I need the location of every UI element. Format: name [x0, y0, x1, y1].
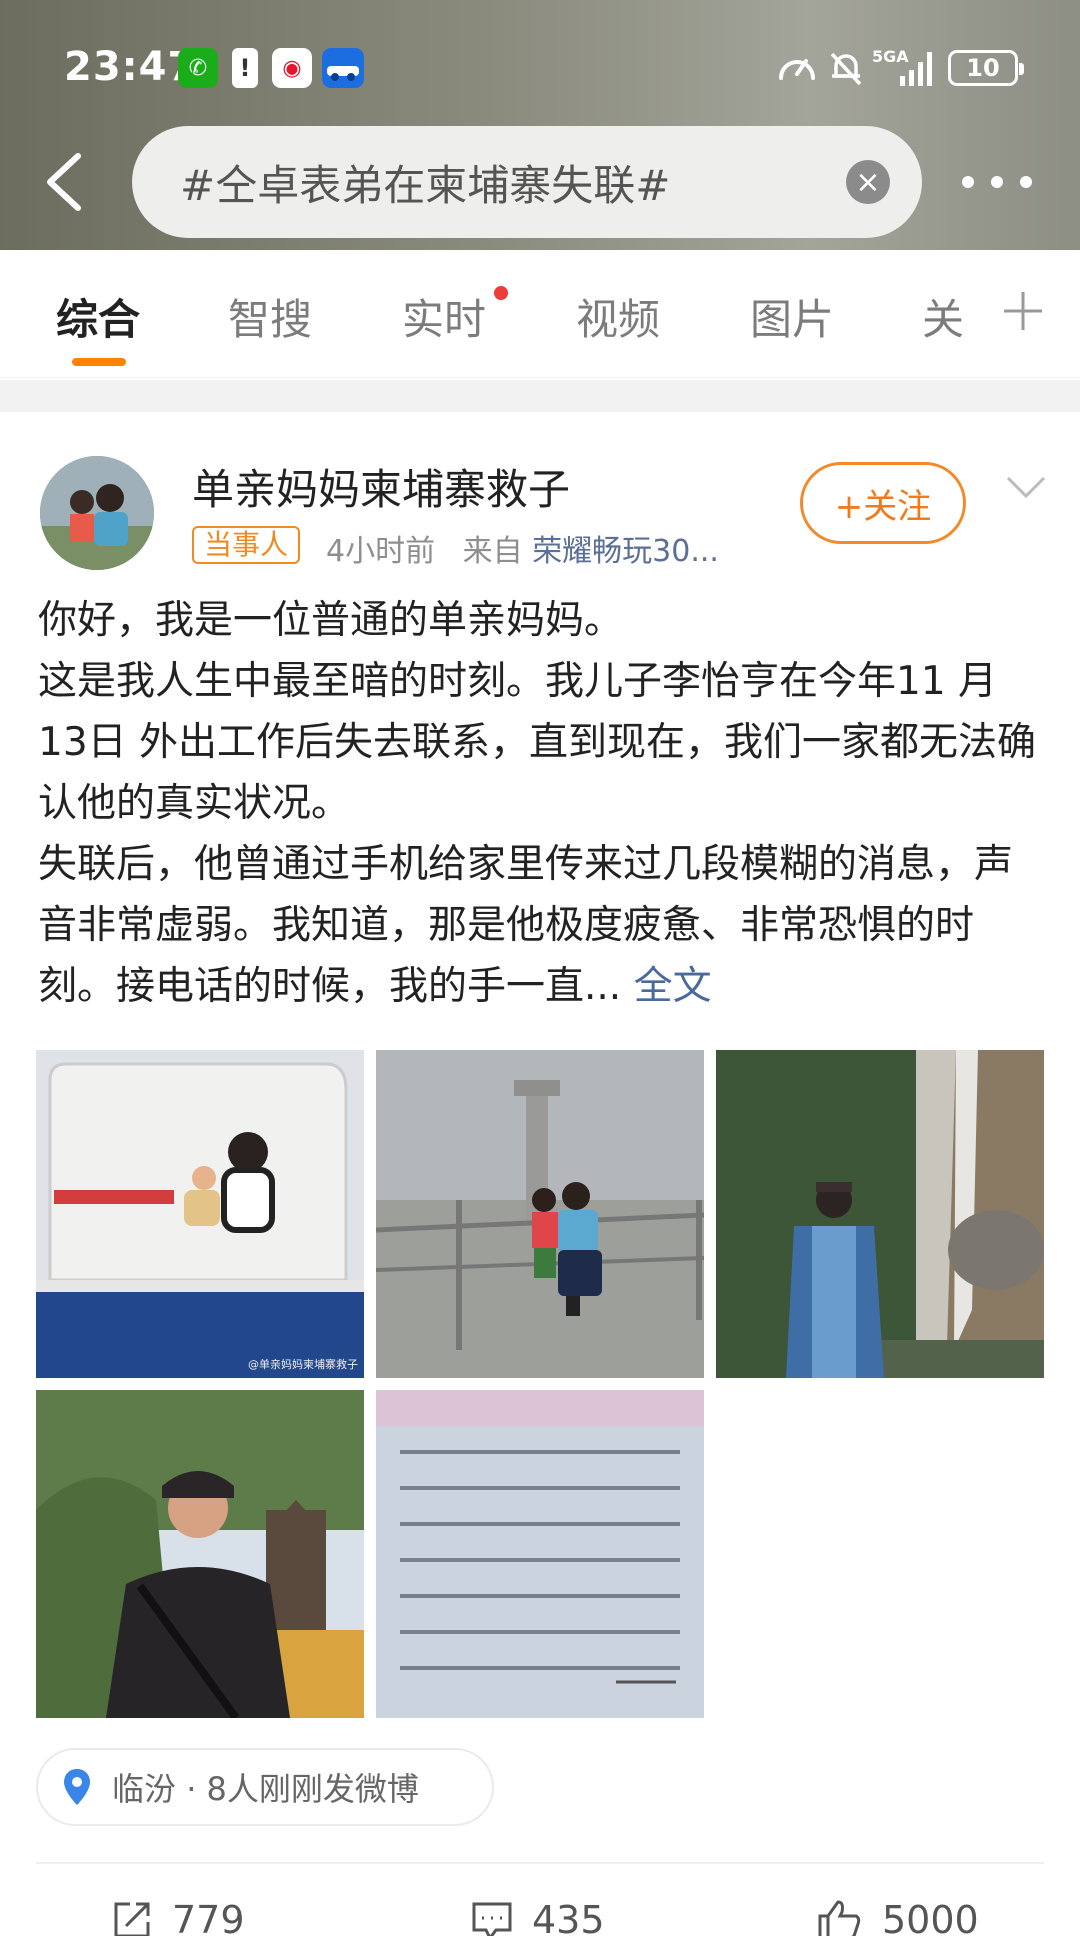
full-text-link[interactable]: 全文: [634, 964, 712, 1009]
follow-button[interactable]: +关注: [800, 462, 966, 544]
post-paragraph: 你好，我是一位普通的单亲妈妈。: [38, 598, 624, 643]
like-count: 5000: [882, 1898, 979, 1936]
post-author[interactable]: 单亲妈妈柬埔寨救子: [192, 456, 570, 517]
status-bar: 23:47 ✆ ! ◉ 5GA 10: [0, 0, 1080, 130]
avatar[interactable]: [40, 456, 154, 570]
back-arrow-icon[interactable]: [40, 150, 90, 214]
autohome-icon: [322, 48, 364, 88]
post-image-4[interactable]: [36, 1390, 364, 1718]
section-divider: [0, 380, 1080, 412]
post-image-1[interactable]: @单亲妈妈柬埔寨救子: [36, 1050, 364, 1378]
comment-count: 435: [532, 1898, 605, 1936]
post-meta: 4小时前 来自 荣耀畅玩30...: [326, 526, 719, 570]
active-tab-indicator: [72, 358, 126, 366]
post-time: 4小时前: [326, 534, 436, 569]
notification-dot: [494, 286, 508, 300]
post-image-3[interactable]: [716, 1050, 1044, 1378]
tab-images[interactable]: 图片: [750, 286, 834, 347]
more-options-icon[interactable]: [962, 170, 1032, 194]
search-box[interactable]: ×: [132, 126, 922, 238]
battery-indicator: 10: [948, 50, 1024, 86]
signal-icon: [900, 52, 932, 86]
speedometer-icon: [779, 59, 815, 80]
tab-video[interactable]: 视频: [576, 286, 660, 347]
clear-icon[interactable]: ×: [846, 160, 890, 204]
mute-bell-icon: [830, 52, 862, 86]
chevron-down-icon[interactable]: [1004, 470, 1048, 504]
add-tab-icon[interactable]: [1002, 290, 1044, 332]
post-image-5[interactable]: [376, 1390, 704, 1718]
source-prefix: 来自: [462, 534, 523, 569]
post-paragraph: 失联后，他曾通过手机给家里传来过几段模糊的消息，声音非常虚弱。我知道，那是他极度…: [38, 842, 1014, 1009]
tab-bar: 综合 智搜 实时 视频 图片 关: [0, 250, 1080, 378]
image-watermark: @单亲妈妈柬埔寨救子: [248, 1358, 358, 1371]
weibo-icon: ◉: [272, 48, 312, 88]
thumbs-up-icon: [818, 1900, 861, 1936]
wechat-icon: ✆: [178, 48, 218, 88]
search-input[interactable]: [132, 157, 792, 207]
comment-button[interactable]: 435: [470, 1892, 605, 1936]
tab-smart-search[interactable]: 智搜: [228, 286, 312, 347]
repost-button[interactable]: 779: [110, 1892, 245, 1936]
location-text: 临汾 · 8人刚刚发微博: [112, 1770, 419, 1808]
status-badge: 当事人: [192, 526, 301, 564]
like-button[interactable]: 5000: [816, 1892, 979, 1936]
post-paragraph: 这是我人生中最至暗的时刻。我儿子李怡亨在今年11 月 13日 外出工作后失去联系…: [38, 659, 1037, 826]
battery-alert-icon: !: [232, 48, 258, 88]
location-pin-icon: [64, 1769, 90, 1805]
tab-realtime[interactable]: 实时: [402, 286, 486, 347]
post-body: 你好，我是一位普通的单亲妈妈。 这是我人生中最至暗的时刻。我儿子李怡亨在今年11…: [38, 590, 1048, 1017]
post-image-2[interactable]: [376, 1050, 704, 1378]
post-source[interactable]: 荣耀畅玩30...: [532, 534, 719, 569]
comment-icon: [472, 1902, 512, 1936]
tab-follow[interactable]: 关: [922, 286, 964, 347]
status-time: 23:47: [64, 44, 197, 90]
tab-comprehensive[interactable]: 综合: [56, 286, 140, 347]
top-header: 23:47 ✆ ! ◉ 5GA 10 ×: [0, 0, 1080, 250]
repost-icon: [114, 1902, 150, 1936]
repost-count: 779: [172, 1898, 245, 1936]
weibo-post: 单亲妈妈柬埔寨救子 当事人 4小时前 来自 荣耀畅玩30... +关注 你好，我…: [0, 412, 1080, 1936]
action-divider: [36, 1862, 1044, 1864]
location-chip[interactable]: 临汾 · 8人刚刚发微博: [36, 1748, 494, 1826]
